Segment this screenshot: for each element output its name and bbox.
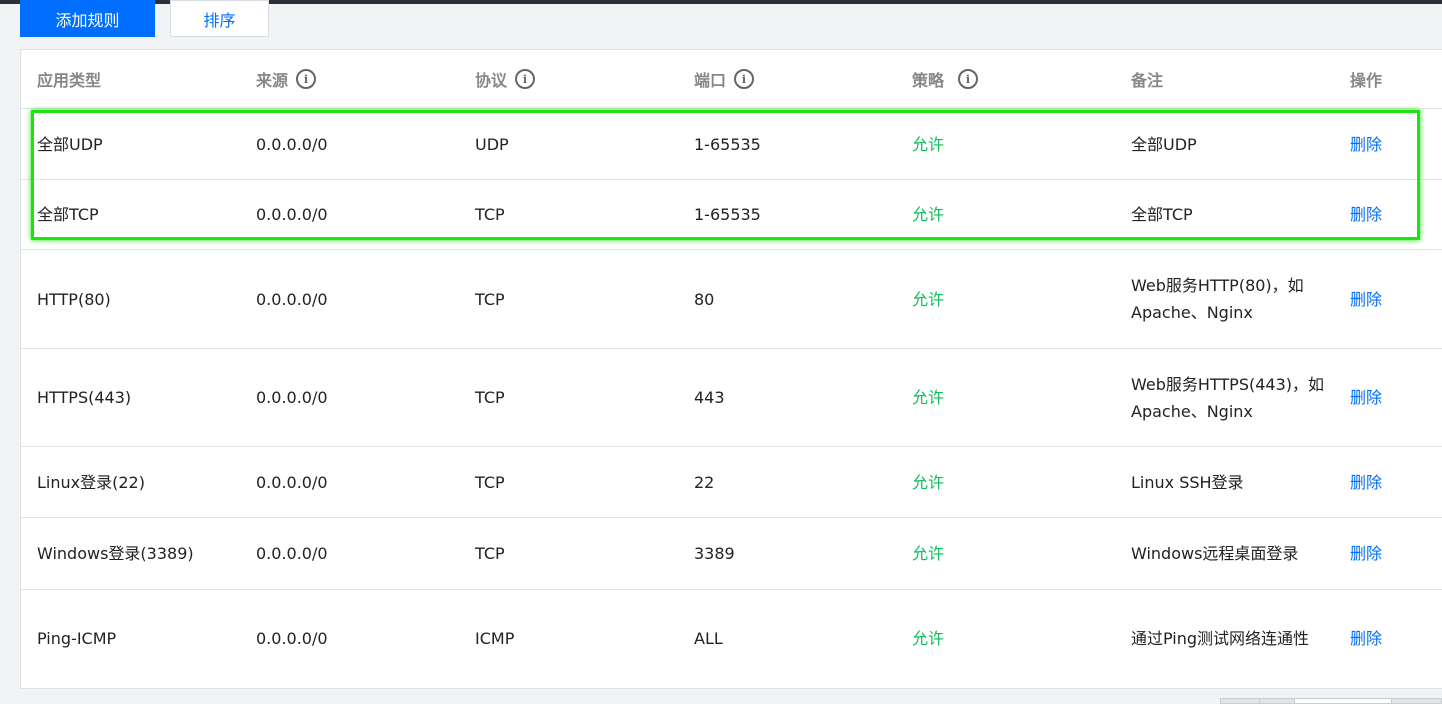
pagination-button[interactable] <box>1220 698 1260 704</box>
table-row: HTTP(80) 0.0.0.0/0 TCP 80 允许 Web服务HTTP(8… <box>21 250 1442 349</box>
cell-port: ALL <box>694 629 723 648</box>
add-rule-button[interactable]: 添加规则 <box>20 0 155 37</box>
cell-policy: 允许 <box>912 544 945 563</box>
table-header: 应用类型 来源 i 协议 i 端口 i 策略 i 备注 操作 <box>21 50 1442 109</box>
pagination-button[interactable] <box>1259 698 1295 704</box>
cell-app-type: Windows登录(3389) <box>37 544 194 563</box>
header-port: 端口 i <box>694 50 755 108</box>
cell-policy: 允许 <box>912 289 945 309</box>
header-label: 协议 <box>475 71 508 90</box>
header-action: 操作 <box>1350 50 1382 108</box>
table-row: Ping-ICMP 0.0.0.0/0 ICMP ALL 允许 通过Ping测试… <box>21 590 1442 687</box>
pagination-select[interactable] <box>1294 698 1392 704</box>
table-row: Linux登录(22) 0.0.0.0/0 TCP 22 允许 Linux SS… <box>21 447 1442 518</box>
info-circle-icon[interactable]: i <box>296 69 317 89</box>
cell-app-type: Ping-ICMP <box>37 629 117 648</box>
info-circle-icon[interactable]: i <box>734 69 755 89</box>
header-label: 应用类型 <box>37 71 102 90</box>
cell-app-type: HTTP(80) <box>37 289 111 309</box>
table-row: Windows登录(3389) 0.0.0.0/0 TCP 3389 允许 Wi… <box>21 518 1442 590</box>
info-circle-icon[interactable]: i <box>958 69 979 89</box>
selection-highlight <box>31 110 1420 240</box>
cell-policy: 允许 <box>912 629 945 648</box>
delete-link[interactable]: 删除 <box>1350 590 1382 687</box>
delete-link[interactable]: 删除 <box>1350 349 1382 446</box>
delete-link[interactable]: 删除 <box>1350 518 1382 589</box>
cell-note: Web服务HTTP(80)，如Apache、Nginx <box>1131 276 1304 322</box>
cell-port: 443 <box>694 388 725 407</box>
delete-link[interactable]: 删除 <box>1350 447 1382 517</box>
cell-note: Web服务HTTPS(443)，如 Apache、Nginx <box>1131 374 1325 421</box>
sort-button[interactable]: 排序 <box>170 0 269 37</box>
header-source: 来源 i <box>256 50 317 108</box>
table-row: HTTPS(443) 0.0.0.0/0 TCP 443 允许 Web服务HTT… <box>21 349 1442 447</box>
header-app-type: 应用类型 <box>37 50 101 108</box>
cell-note: Linux SSH登录 <box>1131 472 1244 492</box>
cell-policy: 允许 <box>912 388 945 407</box>
cell-note: 通过Ping测试网络连通性 <box>1131 629 1310 648</box>
cell-source: 0.0.0.0/0 <box>256 472 328 492</box>
header-label: 操作 <box>1350 71 1383 90</box>
header-policy: 策略 i <box>912 50 979 108</box>
cell-port: 3389 <box>694 544 735 563</box>
info-circle-icon[interactable]: i <box>515 69 536 89</box>
cell-protocol: TCP <box>475 388 505 407</box>
cell-app-type: Linux登录(22) <box>37 472 145 492</box>
header-protocol: 协议 i <box>475 50 536 108</box>
delete-link[interactable]: 删除 <box>1350 250 1382 348</box>
header-label: 端口 <box>694 71 727 90</box>
cell-port: 22 <box>694 472 715 492</box>
header-label: 备注 <box>1131 71 1164 90</box>
cell-protocol: TCP <box>475 544 505 563</box>
cell-source: 0.0.0.0/0 <box>256 629 328 648</box>
cell-source: 0.0.0.0/0 <box>256 388 328 407</box>
cell-source: 0.0.0.0/0 <box>256 544 328 563</box>
cell-policy: 允许 <box>912 472 945 492</box>
cell-protocol: TCP <box>475 472 505 492</box>
cell-protocol: ICMP <box>475 629 515 648</box>
header-label: 策略 <box>912 71 945 90</box>
cell-app-type: HTTPS(443) <box>37 388 132 407</box>
cell-port: 80 <box>694 289 715 309</box>
header-note: 备注 <box>1131 50 1163 108</box>
pagination-button[interactable] <box>1391 698 1442 704</box>
cell-note: Windows远程桌面登录 <box>1131 544 1299 563</box>
cell-source: 0.0.0.0/0 <box>256 289 328 309</box>
cell-protocol: TCP <box>475 289 505 309</box>
header-label: 来源 <box>256 71 289 90</box>
